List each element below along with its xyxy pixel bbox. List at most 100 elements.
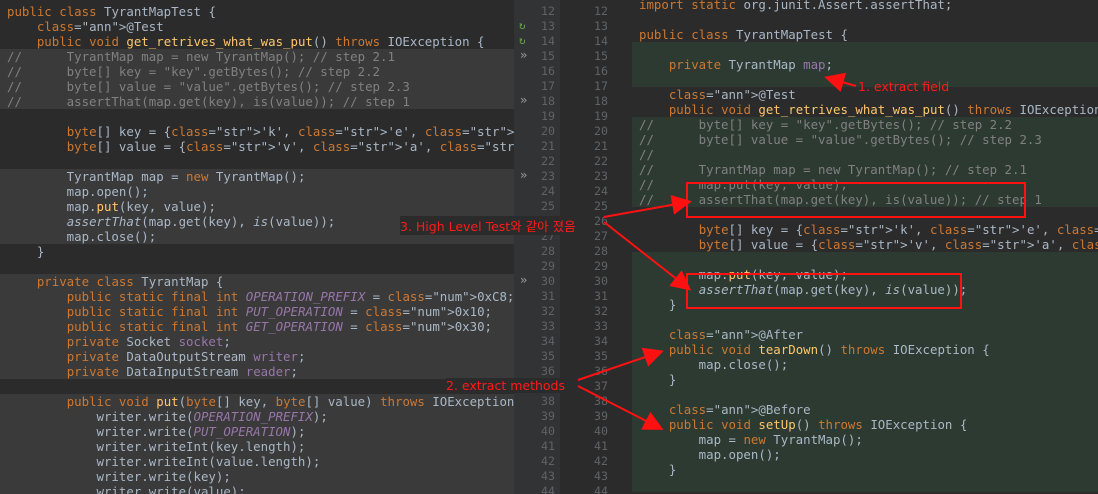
left-code-line[interactable]: class="ann">@Test: [0, 19, 514, 34]
apply-change-chevron-icon[interactable]: »: [520, 168, 527, 182]
left-editor-pane[interactable]: public class TyrantMapTest { class="ann"…: [0, 0, 514, 494]
right-code-line[interactable]: map.open();: [632, 447, 1098, 462]
left-code-line[interactable]: [0, 109, 514, 124]
left-code-line[interactable]: map.put(key, value);: [0, 199, 514, 214]
right-line-number: 21: [594, 139, 608, 153]
right-line-number: 42: [594, 454, 608, 468]
left-line-number: 21: [541, 139, 555, 153]
apply-change-chevron-icon[interactable]: »: [520, 48, 527, 62]
right-code-line[interactable]: public class TyrantMapTest {: [632, 27, 1098, 42]
left-code-line[interactable]: writer.write(value);: [0, 484, 514, 494]
right-code-line[interactable]: import static org.junit.Assert.assertTha…: [632, 0, 1098, 12]
right-code-line[interactable]: public void setUp() throws IOException {: [632, 417, 1098, 432]
left-code-line[interactable]: writer.write(PUT_OPERATION);: [0, 424, 514, 439]
left-code-line[interactable]: private class TyrantMap {: [0, 274, 514, 289]
right-code-line[interactable]: // TyrantMap map = new TyrantMap(); // s…: [632, 162, 1098, 177]
right-code-line[interactable]: [632, 42, 1098, 57]
right-line-number: 19: [594, 109, 608, 123]
left-line-number: 44: [541, 484, 555, 494]
right-code-line[interactable]: // byte[] value = "value".getBytes(); //…: [632, 132, 1098, 147]
left-line-number: 33: [541, 319, 555, 333]
right-code-line[interactable]: }: [632, 372, 1098, 387]
right-code-line[interactable]: class="ann">@After: [632, 327, 1098, 342]
left-code-line[interactable]: // TyrantMap map = new TyrantMap(); // s…: [0, 49, 514, 64]
apply-change-chevron-icon[interactable]: »: [520, 273, 527, 287]
right-line-number: 12: [594, 4, 608, 18]
right-code-line[interactable]: [632, 387, 1098, 402]
right-code-line[interactable]: private TyrantMap map;: [632, 57, 1098, 72]
right-line-number: 36: [594, 364, 608, 378]
left-code-line[interactable]: }: [0, 244, 514, 259]
run-test-gutter-icon[interactable]: ↻: [519, 19, 526, 32]
right-code-line[interactable]: byte[] key = {class="str">'k', class="st…: [632, 222, 1098, 237]
left-line-number: 40: [541, 424, 555, 438]
right-code-line[interactable]: class="ann">@Before: [632, 402, 1098, 417]
right-code-line[interactable]: [632, 312, 1098, 327]
left-line-number: 34: [541, 334, 555, 348]
left-code-line[interactable]: map.open();: [0, 184, 514, 199]
right-code-line[interactable]: byte[] value = {class="str">'v', class="…: [632, 237, 1098, 252]
left-code-line[interactable]: writer.writeInt(value.length);: [0, 454, 514, 469]
right-code-line[interactable]: // byte[] key = "key".getBytes(); // ste…: [632, 117, 1098, 132]
left-code-line[interactable]: byte[] key = {class="str">'k', class="st…: [0, 124, 514, 139]
annotation-extract-field: 1. extract field: [858, 79, 950, 94]
left-code-line[interactable]: [0, 154, 514, 169]
right-code-line[interactable]: map.close();: [632, 357, 1098, 372]
right-line-number: 39: [594, 409, 608, 423]
left-code-line[interactable]: private DataOutputStream writer;: [0, 349, 514, 364]
left-code-line[interactable]: writer.write(key);: [0, 469, 514, 484]
left-code-line[interactable]: public class TyrantMapTest {: [0, 4, 514, 19]
left-code-line[interactable]: public void put(byte[] key, byte[] value…: [0, 394, 514, 409]
left-code-line[interactable]: TyrantMap map = new TyrantMap();: [0, 169, 514, 184]
left-code-line[interactable]: public static final int GET_OPERATION = …: [0, 319, 514, 334]
right-line-number: 31: [594, 289, 608, 303]
right-code-line[interactable]: public void get_retrives_what_was_put() …: [632, 102, 1098, 117]
right-code-line[interactable]: [632, 12, 1098, 27]
left-code-line[interactable]: writer.writeInt(key.length);: [0, 439, 514, 454]
left-line-number: 32: [541, 304, 555, 318]
left-code-line[interactable]: // byte[] value = "value".getBytes(); //…: [0, 79, 514, 94]
left-line-number: 29: [541, 259, 555, 273]
right-line-number: 29: [594, 259, 608, 273]
left-code-line[interactable]: [0, 379, 514, 394]
left-line-number: 38: [541, 394, 555, 408]
highlight-box-commented-put: [686, 182, 1026, 218]
left-code-line[interactable]: byte[] value = {class="str">'v', class="…: [0, 139, 514, 154]
left-code-line[interactable]: public static final int PUT_OPERATION = …: [0, 304, 514, 319]
apply-change-chevron-icon[interactable]: »: [520, 93, 527, 107]
right-line-number: 20: [594, 124, 608, 138]
left-line-number: 15: [541, 49, 555, 63]
left-code-line[interactable]: // assertThat(map.get(key), is(value)); …: [0, 94, 514, 109]
left-line-number: 41: [541, 439, 555, 453]
left-line-number: 30: [541, 274, 555, 288]
right-line-number: 40: [594, 424, 608, 438]
left-code-line[interactable]: writer.write(OPERATION_PREFIX);: [0, 409, 514, 424]
right-line-number: 18: [594, 94, 608, 108]
left-line-number: 17: [541, 79, 555, 93]
right-code-line[interactable]: map = new TyrantMap();: [632, 432, 1098, 447]
right-line-number: 35: [594, 349, 608, 363]
right-line-number: 23: [594, 169, 608, 183]
right-editor-pane[interactable]: import static org.junit.Assert.assertTha…: [632, 0, 1098, 494]
right-line-number: 30: [594, 274, 608, 288]
left-code-line[interactable]: private DataInputStream reader;: [0, 364, 514, 379]
right-line-number: 17: [594, 79, 608, 93]
left-line-number: 36: [541, 364, 555, 378]
right-code-line[interactable]: }: [632, 462, 1098, 477]
left-line-number: 25: [541, 199, 555, 213]
left-code-line[interactable]: public void get_retrives_what_was_put() …: [0, 34, 514, 49]
left-line-number: 23: [541, 169, 555, 183]
left-code-line[interactable]: // byte[] key = "key".getBytes(); // ste…: [0, 64, 514, 79]
right-code-line[interactable]: //: [632, 147, 1098, 162]
left-code-line[interactable]: public static final int OPERATION_PREFIX…: [0, 289, 514, 304]
run-test-gutter-icon[interactable]: ↻: [519, 34, 526, 47]
left-line-number: 13: [541, 19, 555, 33]
right-code-line[interactable]: public void tearDown() throws IOExceptio…: [632, 342, 1098, 357]
right-code-line[interactable]: [632, 252, 1098, 267]
left-line-number: 12: [541, 4, 555, 18]
right-line-number: 22: [594, 154, 608, 168]
left-code-line[interactable]: private Socket socket;: [0, 334, 514, 349]
left-code-line[interactable]: [0, 259, 514, 274]
right-code-line[interactable]: [632, 477, 1098, 492]
right-line-numbers: 12 13 14 15 16 17 18 19 20 21 22 23 24 25 26 27 28 29 30 31…: [584, 0, 632, 494]
